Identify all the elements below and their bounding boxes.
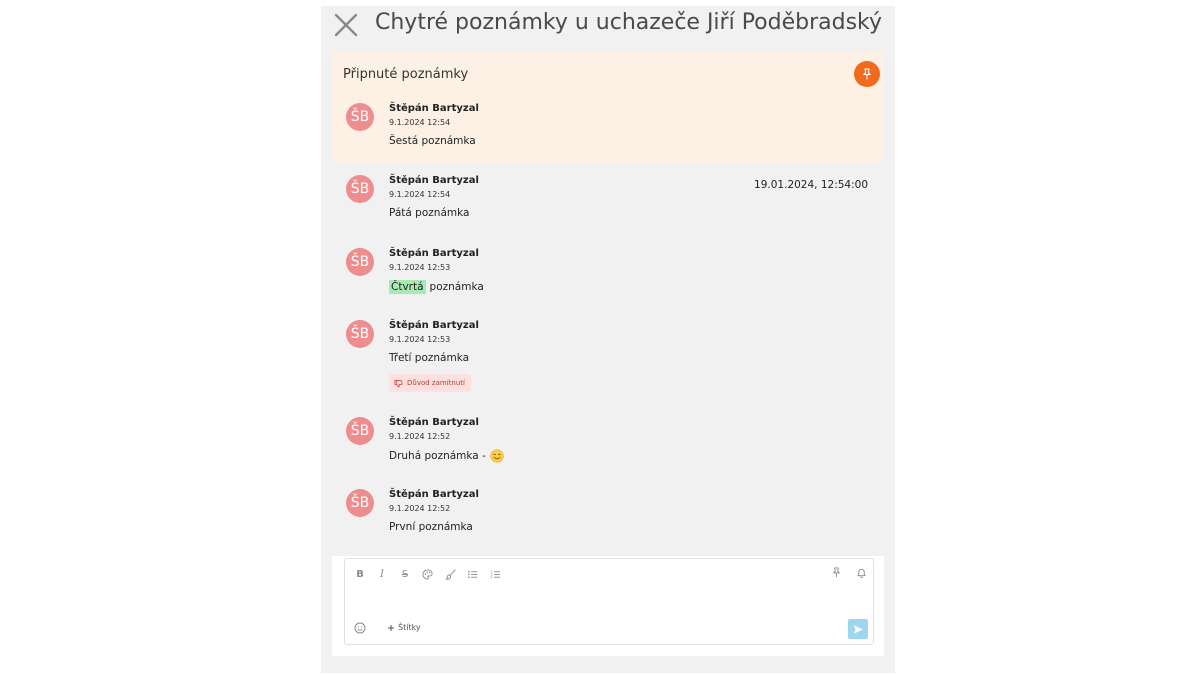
svg-text:3: 3 (490, 575, 492, 579)
note-date: 9.1.2024 12:53 (389, 263, 451, 272)
italic-icon[interactable]: I (375, 567, 389, 581)
note-author: Štěpán Bartyzal (389, 417, 479, 428)
bold-icon[interactable]: B (353, 567, 367, 581)
pinned-notes-section: Připnuté poznámky ŠB Štěpán Bartyzal 9.1… (332, 51, 884, 163)
note-author: Štěpán Bartyzal (389, 489, 479, 500)
note-text-content: Druhá poznámka - (389, 450, 486, 462)
tags-button[interactable]: Štítky (387, 623, 421, 632)
pinned-notes-header: Připnuté poznámky (343, 67, 469, 82)
avatar: ŠB (346, 320, 374, 348)
notes-panel: Chytré poznámky u uchazeče Jiří Poděbrad… (321, 6, 895, 673)
note-text: Druhá poznámka - (389, 449, 504, 463)
note-text: První poznámka (389, 521, 473, 533)
bullet-list-icon[interactable] (465, 567, 479, 581)
note-author: Štěpán Bartyzal (389, 248, 479, 259)
note-author: Štěpán Bartyzal (389, 175, 479, 186)
palette-icon[interactable] (420, 567, 434, 581)
pin-icon (863, 68, 871, 80)
note-date: 9.1.2024 12:52 (389, 432, 451, 441)
rejection-reason-badge[interactable]: Důvod zamítnutí (389, 374, 471, 392)
avatar: ŠB (346, 103, 374, 131)
note-date: 9.1.2024 12:52 (389, 504, 451, 513)
brush-icon[interactable] (443, 567, 457, 581)
note-date: 9.1.2024 12:54 (389, 118, 451, 127)
avatar: ŠB (346, 248, 374, 276)
tags-label: Štítky (398, 623, 421, 632)
note-text: Třetí poznámka (389, 352, 470, 364)
pin-note-icon[interactable] (829, 565, 843, 579)
note-text-rest: poznámka (429, 281, 484, 293)
note-date: 9.1.2024 12:54 (389, 190, 451, 199)
badge-label: Důvod zamítnutí (407, 379, 465, 387)
strikethrough-icon[interactable]: S (398, 567, 412, 581)
pin-button[interactable] (854, 61, 880, 87)
note-editor[interactable]: B I S 123 Štítky (344, 558, 874, 645)
smiling-face-icon (490, 449, 504, 463)
panel-title: Chytré poznámky u uchazeče Jiří Poděbrad… (375, 10, 883, 35)
thumbs-down-icon (394, 379, 403, 387)
send-icon (853, 624, 863, 634)
bell-icon[interactable] (854, 565, 868, 579)
note-author: Štěpán Bartyzal (389, 103, 479, 114)
avatar: ŠB (346, 175, 374, 203)
note-text: Čtvrtá poznámka (389, 280, 484, 294)
close-icon (334, 13, 358, 37)
emoji-icon[interactable] (353, 621, 367, 635)
send-button[interactable] (848, 619, 868, 639)
highlighted-text: Čtvrtá (389, 280, 426, 294)
note-timestamp: 19.01.2024, 12:54:00 (754, 179, 868, 191)
close-button[interactable] (333, 12, 359, 38)
plus-icon (388, 624, 394, 631)
numbered-list-icon[interactable]: 123 (488, 567, 502, 581)
editor-container: B I S 123 Štítky (332, 556, 884, 656)
avatar: ŠB (346, 417, 374, 445)
note-text: Pátá poznámka (389, 207, 470, 219)
note-date: 9.1.2024 12:53 (389, 335, 451, 344)
avatar: ŠB (346, 489, 374, 517)
note-text: Šestá poznámka (389, 135, 476, 147)
note-author: Štěpán Bartyzal (389, 320, 479, 331)
